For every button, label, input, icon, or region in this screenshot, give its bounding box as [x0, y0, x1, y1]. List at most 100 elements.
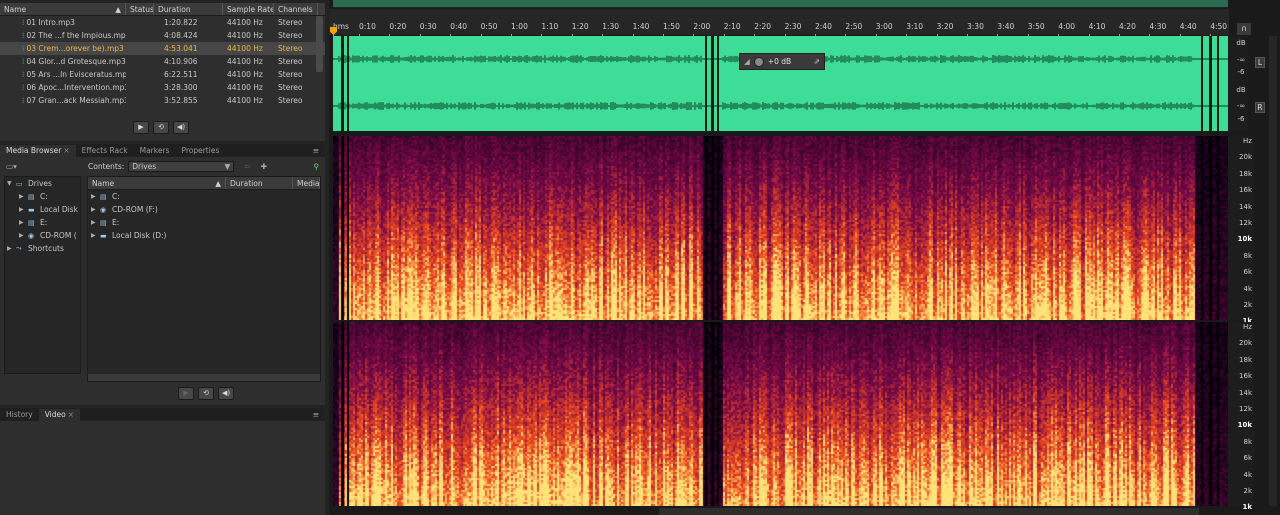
ruler-tick: 4:50 [1210, 22, 1228, 40]
expand-right-icon[interactable]: ▶ [7, 245, 16, 252]
tree-item[interactable]: ▶ ⤳ Shortcuts [5, 242, 80, 255]
file-channels: Stereo [278, 31, 303, 40]
file-channels: Stereo [278, 44, 303, 53]
list-item[interactable]: ▶ ◉ CD-ROM (F:) [88, 203, 320, 216]
bottom-tabbar: History Video × ≡ [0, 408, 325, 421]
expand-right-icon[interactable]: ▶ [91, 219, 100, 226]
file-row[interactable]: ⫶⫶ 07 Gran...ack Messiah.mp3 3:52.855 44100… [0, 94, 325, 107]
tree-item[interactable]: ▶ ▤ C: [5, 190, 80, 203]
loop-icon[interactable]: ⟲ [198, 387, 214, 400]
loop-icon[interactable]: ⟲ [153, 121, 169, 134]
file-row[interactable]: ⫶⫶ 02 The ...f the Impious.mp3 4:08.424 441… [0, 29, 325, 42]
drive-icon: ▤ [28, 218, 35, 227]
file-channels: Stereo [278, 57, 303, 66]
close-icon[interactable]: × [68, 410, 74, 419]
list-col-duration[interactable]: Duration [226, 177, 293, 189]
channel-r-button[interactable]: R [1255, 102, 1265, 113]
col-name[interactable]: Name ▲ [0, 3, 126, 15]
ruler-tick: 0:30 [419, 22, 437, 40]
vertical-scrollbar[interactable] [1269, 36, 1277, 506]
list-pane: Name ▲ Duration Media ▶ ▤ C: ▶ ◉ CD-ROM (F:) ▶ ▤… [87, 176, 321, 382]
spectrogram-canvas[interactable] [333, 136, 1228, 320]
file-name: 01 Intro.mp3 [26, 17, 75, 27]
col-duration[interactable]: Duration [154, 3, 223, 15]
file-name: 04 Glor...d Grotesque.mp3 [26, 56, 126, 66]
gain-value[interactable]: +0 dB [768, 57, 791, 66]
gain-knob-icon[interactable] [753, 56, 764, 67]
col-sample-rate[interactable]: Sample Rate [223, 3, 274, 15]
splitter-handle[interactable] [82, 176, 86, 374]
hz-label: Hz [1243, 137, 1252, 145]
file-row[interactable]: ⫶⫶ 01 Intro.mp3 1:20.822 44100 Hz Stereo [0, 16, 325, 29]
monitor-icon[interactable]: ▭▾ [6, 162, 76, 171]
waveform[interactable] [332, 36, 1228, 131]
speaker-icon[interactable]: ◀) [218, 387, 234, 400]
file-duration: 4:10.906 [164, 57, 198, 66]
file-row[interactable]: ⫶⫶ 06 Apoc...Intervention.mp3 3:28.300 4410… [0, 81, 325, 94]
tree-item[interactable]: ▶ ▬ Local Disk [5, 203, 80, 216]
col-status[interactable]: Status [126, 3, 154, 15]
spectrogram-right[interactable] [333, 322, 1228, 506]
panel-menu-icon[interactable]: ≡ [313, 409, 325, 421]
list-col-name[interactable]: Name ▲ [88, 177, 226, 189]
tab-effects-rack[interactable]: Effects Rack [76, 145, 134, 157]
expand-right-icon[interactable]: ▶ [91, 193, 100, 200]
file-name: 02 The ...f the Impious.mp3 [26, 30, 127, 40]
list-item[interactable]: ▶ ▤ E: [88, 216, 320, 229]
headphones-icon[interactable]: ∩ [1237, 23, 1251, 35]
expand-right-icon[interactable]: ▶ [91, 206, 100, 213]
play-icon[interactable]: ▶ [178, 387, 194, 400]
expand-right-icon[interactable]: ▶ [19, 232, 28, 239]
list-hscrollbar[interactable] [88, 374, 320, 381]
channel-l-button[interactable]: L [1255, 57, 1265, 68]
list-col-media[interactable]: Media [293, 177, 320, 189]
file-duration: 3:52.855 [164, 96, 198, 105]
tab-video[interactable]: Video × [38, 409, 80, 421]
file-duration: 6:22.511 [164, 70, 198, 79]
file-row[interactable]: ⫶⫶ 05 Ars ...In Evisceratus.mp3 6:22.511 44… [0, 68, 325, 81]
db-label: -∞ [1236, 102, 1246, 110]
tab-media-browser[interactable]: Media Browser × [0, 145, 76, 157]
files-scrollbar[interactable] [316, 16, 323, 72]
filter-icon[interactable]: ⚲ [314, 162, 320, 171]
tab-markers[interactable]: Markers [134, 145, 176, 157]
expand-right-icon[interactable]: ▶ [19, 206, 28, 213]
spectrogram-left[interactable] [333, 136, 1228, 320]
tab-properties[interactable]: Properties [175, 145, 225, 157]
tree-item[interactable]: ▶ ▤ E: [5, 216, 80, 229]
close-icon[interactable]: × [63, 146, 69, 155]
overview-bar[interactable] [333, 0, 1228, 8]
contents-label: Contents: [88, 161, 125, 171]
list-item-label: C: [112, 192, 120, 201]
file-row[interactable]: ⫶⫶ 04 Glor...d Grotesque.mp3 4:10.906 44100… [0, 55, 325, 68]
file-duration: 4:08.424 [164, 31, 198, 40]
tree-item-label: Shortcuts [28, 244, 64, 253]
spectrogram-canvas[interactable] [333, 322, 1228, 506]
contents-dropdown[interactable]: Drives ▼ [128, 160, 235, 172]
list-item[interactable]: ▶ ▬ Local Disk (D:) [88, 229, 320, 242]
col-channels[interactable]: Channels [274, 3, 318, 15]
file-sample-rate: 44100 Hz [227, 70, 263, 79]
tree-item[interactable]: ▼ ▭ Drives [5, 177, 80, 190]
back-arrow-icon[interactable]: ⇦ [244, 162, 250, 171]
file-row[interactable]: ⫶⫶ 03 Crem...orever be).mp3 4:53.041 44100 … [0, 42, 325, 55]
add-shortcut-icon[interactable]: ✚ [261, 162, 267, 171]
tree-item[interactable]: ▶ ◉ CD-ROM ( [5, 229, 80, 242]
panel-menu-icon[interactable]: ≡ [313, 145, 325, 157]
hud-gain-control[interactable]: ◢ +0 dB ⇗ [739, 53, 825, 70]
tab-history[interactable]: History [0, 409, 39, 421]
hz-label: 6k [1243, 454, 1252, 463]
ruler-tick: 0:20 [389, 22, 407, 40]
pin-icon[interactable]: ⇗ [814, 57, 820, 66]
hz-label: 14k [1239, 388, 1252, 397]
expand-right-icon[interactable]: ▶ [91, 232, 100, 239]
expand-right-icon[interactable]: ▶ [19, 193, 28, 200]
expand-down-icon[interactable]: ▼ [7, 180, 16, 187]
list-item[interactable]: ▶ ▤ C: [88, 190, 320, 203]
bottom-panel: History Video × ≡ [0, 408, 325, 515]
waveform-view[interactable]: ◢ +0 dB ⇗ [332, 36, 1228, 131]
expand-right-icon[interactable]: ▶ [19, 219, 28, 226]
time-ruler[interactable]: hms 0:10 0:20 0:30 0:40 0:50 1:00 1:10 1:20 1:30 1… [329, 9, 1229, 40]
speaker-icon[interactable]: ◀) [173, 121, 189, 134]
play-icon[interactable]: ▶ [133, 121, 149, 134]
